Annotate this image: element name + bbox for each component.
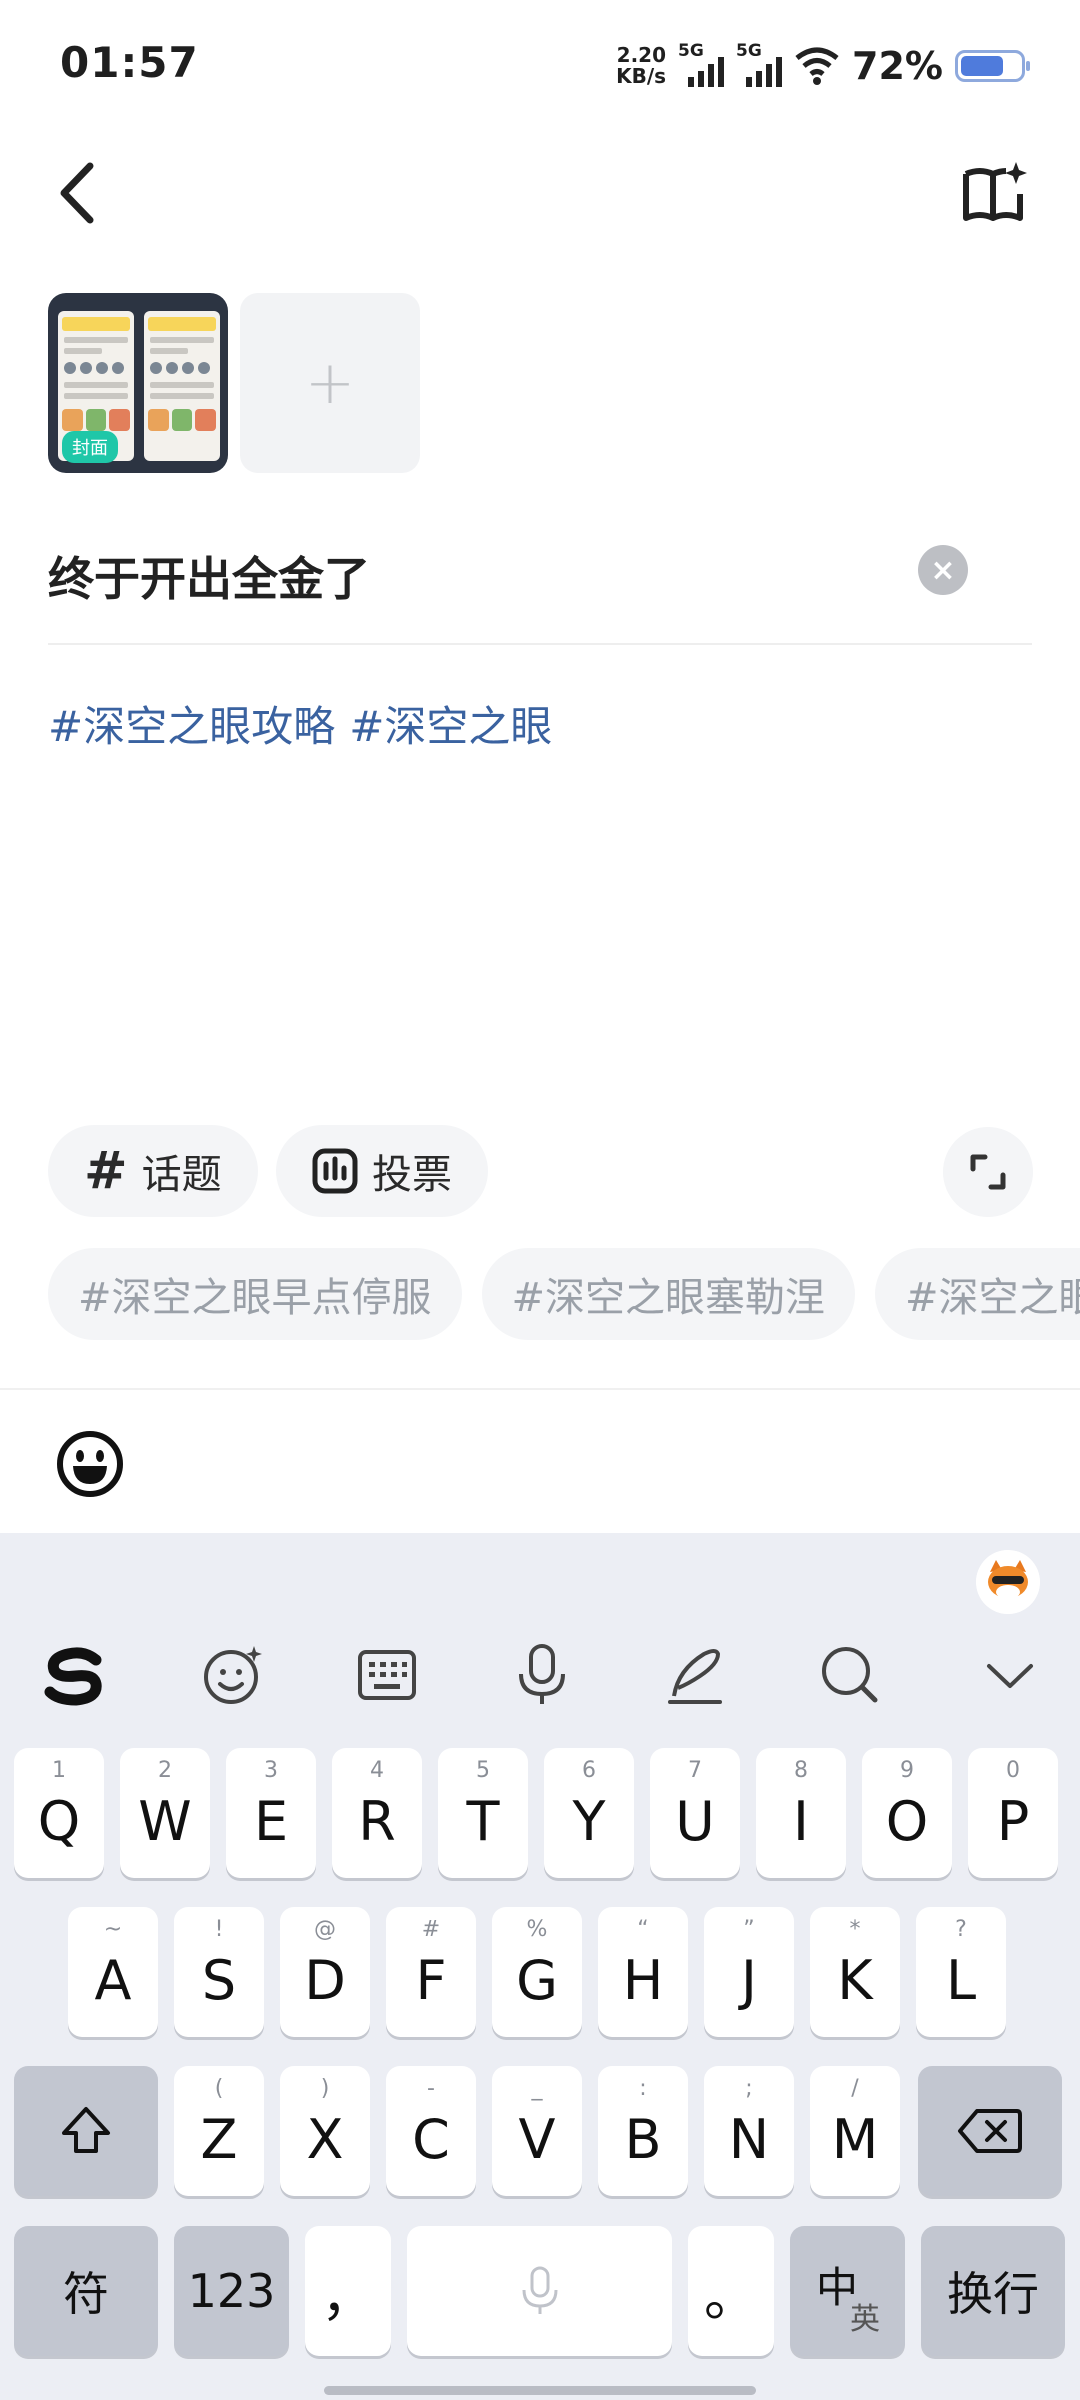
comma-key[interactable]: ， bbox=[305, 2226, 391, 2356]
key-x[interactable]: ) X bbox=[280, 2066, 370, 2196]
key-a[interactable]: ~ A bbox=[68, 1907, 158, 2037]
key-p[interactable]: 0P bbox=[968, 1748, 1058, 1878]
key-n[interactable]: ; N bbox=[704, 2066, 794, 2196]
network-speed-unit: KB/s bbox=[616, 64, 667, 88]
key-u[interactable]: 7U bbox=[650, 1748, 740, 1878]
key-t[interactable]: 5T bbox=[438, 1748, 528, 1878]
key-i[interactable]: 8I bbox=[756, 1748, 846, 1878]
backspace-icon bbox=[958, 2109, 1022, 2153]
key-f[interactable]: # F bbox=[386, 1907, 476, 2037]
key-e[interactable]: 3E bbox=[226, 1748, 316, 1878]
post-title-input[interactable]: 终于开出全金了 bbox=[48, 543, 370, 609]
search-icon[interactable] bbox=[815, 1640, 885, 1710]
suggested-topic[interactable]: #深空之眼塞勒涅 bbox=[481, 1248, 856, 1340]
key-r[interactable]: 4R bbox=[332, 1748, 422, 1878]
microphone-icon bbox=[522, 2266, 557, 2314]
hash-icon: # bbox=[84, 1141, 128, 1201]
key-g[interactable]: % G bbox=[492, 1907, 582, 2037]
key-o[interactable]: 9O bbox=[862, 1748, 952, 1878]
numbers-key[interactable]: 123 bbox=[174, 2226, 289, 2356]
chevron-down-icon[interactable] bbox=[975, 1640, 1045, 1710]
enter-key[interactable]: 换行 bbox=[921, 2226, 1065, 2356]
network-speed-value: 2.20 bbox=[616, 43, 667, 67]
key-q[interactable]: 1Q bbox=[14, 1748, 104, 1878]
keyboard-switch-icon[interactable] bbox=[352, 1640, 422, 1710]
signal-icon-sim2: 5G bbox=[736, 41, 783, 87]
plus-icon: + bbox=[304, 348, 356, 418]
microphone-icon[interactable] bbox=[507, 1640, 577, 1710]
key-c[interactable]: -C bbox=[386, 2066, 476, 2196]
key-k[interactable]: * K bbox=[810, 1907, 900, 2037]
backspace-key[interactable] bbox=[918, 2066, 1062, 2196]
emoji-keyboard-icon[interactable] bbox=[198, 1640, 268, 1710]
wifi-icon bbox=[795, 47, 839, 85]
battery-icon bbox=[955, 50, 1030, 82]
space-key[interactable] bbox=[407, 2226, 672, 2356]
divider bbox=[48, 643, 1032, 645]
key-z[interactable]: (Z bbox=[174, 2066, 264, 2196]
close-icon: × bbox=[930, 552, 956, 588]
suggested-topics-row: #深空之眼早点停服 #深空之眼塞勒涅 #深空之眼 bbox=[48, 1248, 1080, 1340]
key-y[interactable]: 6Y bbox=[544, 1748, 634, 1878]
cover-image-thumbnail[interactable]: 封面 bbox=[48, 293, 228, 473]
period-key[interactable]: 。 bbox=[688, 2226, 774, 2356]
suggested-topic[interactable]: #深空之眼 bbox=[875, 1248, 1080, 1340]
expand-icon[interactable] bbox=[943, 1127, 1033, 1217]
key-w[interactable]: 2W bbox=[120, 1748, 210, 1878]
handwriting-icon[interactable] bbox=[660, 1640, 730, 1710]
game-screenshot-image bbox=[144, 311, 220, 461]
back-button[interactable] bbox=[52, 158, 102, 228]
vote-icon bbox=[312, 1148, 358, 1194]
home-indicator[interactable] bbox=[324, 2386, 756, 2395]
add-image-button[interactable]: + bbox=[240, 293, 420, 473]
guide-book-icon[interactable] bbox=[960, 160, 1028, 226]
status-icons: 2.20 KB/s 5G 5G 72% bbox=[616, 40, 1030, 92]
key-d[interactable]: @ D bbox=[280, 1907, 370, 2037]
mascot-icon[interactable] bbox=[976, 1550, 1040, 1614]
key-m[interactable]: / M bbox=[810, 2066, 900, 2196]
hashtag[interactable]: #深空之眼攻略 bbox=[48, 702, 335, 751]
keyboard-toolbar bbox=[0, 1640, 1080, 1720]
cover-badge: 封面 bbox=[62, 431, 118, 463]
topic-button[interactable]: # 话题 bbox=[48, 1125, 258, 1217]
key-s[interactable]: ! S bbox=[174, 1907, 264, 2037]
post-body-input[interactable]: #深空之眼攻略 #深空之眼 bbox=[48, 693, 566, 754]
symbols-key[interactable]: 符 bbox=[14, 2226, 158, 2356]
key-v[interactable]: _ V bbox=[492, 2066, 582, 2196]
sogou-logo-icon[interactable] bbox=[40, 1640, 110, 1710]
key-j[interactable]: ” J bbox=[704, 1907, 794, 2037]
shift-icon bbox=[62, 2107, 110, 2153]
key-h[interactable]: “H bbox=[598, 1907, 688, 2037]
key-b[interactable]: :B bbox=[598, 2066, 688, 2196]
vote-button-label: 投票 bbox=[372, 1152, 452, 1198]
emoji-icon[interactable] bbox=[56, 1430, 124, 1498]
hashtag[interactable]: #深空之眼 bbox=[349, 702, 552, 751]
vote-button[interactable]: 投票 bbox=[276, 1125, 488, 1217]
clear-title-button[interactable]: × bbox=[918, 545, 968, 595]
shift-key[interactable] bbox=[14, 2066, 158, 2196]
network-speed: 2.20 KB/s bbox=[616, 45, 666, 87]
key-l[interactable]: ? L bbox=[916, 1907, 1006, 2037]
battery-percent: 72% bbox=[852, 44, 943, 88]
divider bbox=[0, 1388, 1080, 1390]
language-switch-key[interactable]: 中 英 bbox=[790, 2226, 905, 2356]
signal-icon-sim1: 5G bbox=[678, 41, 725, 87]
status-time: 01:57 bbox=[60, 38, 199, 87]
topic-button-label: 话题 bbox=[141, 1152, 222, 1198]
suggested-topic[interactable]: #深空之眼早点停服 bbox=[48, 1248, 462, 1340]
